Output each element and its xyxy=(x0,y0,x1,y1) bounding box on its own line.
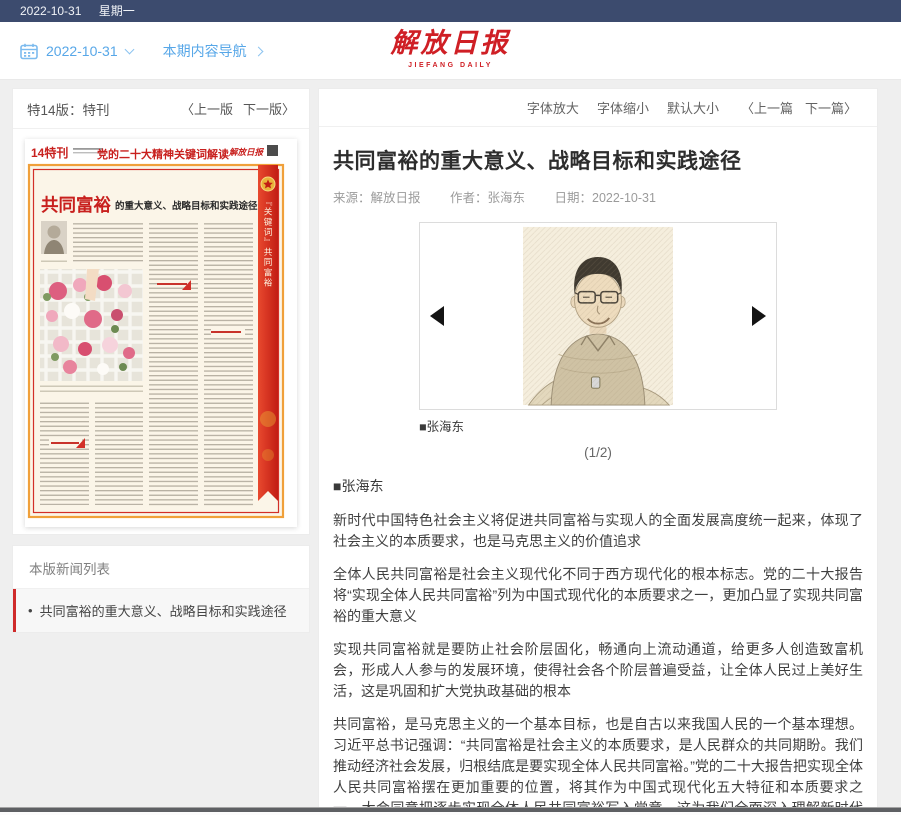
photo-caption: ■张海东 xyxy=(419,416,777,435)
bullet-icon: • xyxy=(28,603,33,618)
article-author-line: ■张海东 xyxy=(333,476,863,496)
logo-english: JIEFANG DAILY xyxy=(391,61,511,71)
issue-nav-label: 本期内容导航 xyxy=(163,41,247,61)
site-header: 2022-10-31 本期内容导航 解放日报 JIEFANG DAILY xyxy=(0,22,901,80)
thumb-ribbon-text: 『关键词』共同富裕 xyxy=(263,197,273,288)
logo-chinese: 解放日报 xyxy=(391,27,511,61)
prev-article-button[interactable]: 〈上一篇 xyxy=(741,98,793,117)
article-paragraph: 共同富裕，是马克思主义的一个基本目标，也是自古以来我国人民的一个基本理想。习近平… xyxy=(333,714,863,810)
carousel-indicator: (1/2) xyxy=(333,445,863,460)
portrait-photo xyxy=(523,226,673,406)
article-meta: 来源：解放日报 作者：张海东 日期：2022-10-31 xyxy=(333,187,863,206)
main-content: 特14版：特刊 〈上一版 下一版〉 xyxy=(0,80,901,815)
font-zoom-out-button[interactable]: 字体缩小 xyxy=(597,98,649,117)
page-pager: 〈上一版 下一版〉 xyxy=(181,99,295,118)
issue-nav-link[interactable]: 本期内容导航 xyxy=(163,41,262,61)
page-panel-header: 特14版：特刊 〈上一版 下一版〉 xyxy=(13,89,309,129)
article-paragraph: 全体人民共同富裕是社会主义现代化不同于西方现代化的根本标志。党的二十大报告将“实… xyxy=(333,564,863,627)
font-zoom-in-button[interactable]: 字体放大 xyxy=(527,98,579,117)
news-item-label: 共同富裕的重大意义、战略目标和实践途径 xyxy=(40,601,287,620)
topbar-date: 2022-10-31 xyxy=(20,4,81,18)
topbar-weekday: 星期一 xyxy=(99,4,135,18)
news-list-item-active[interactable]: • 共同富裕的重大意义、战略目标和实践途径 xyxy=(13,589,309,632)
thumb-page-number: 14特刊 xyxy=(31,145,68,160)
page-panel: 特14版：特刊 〈上一版 下一版〉 xyxy=(12,88,310,535)
next-page-button[interactable]: 下一版〉 xyxy=(243,99,295,118)
image-carousel xyxy=(419,222,777,410)
news-list-panel: 本版新闻列表 • 共同富裕的重大意义、战略目标和实践途径 xyxy=(12,545,310,633)
issue-date-selector[interactable]: 2022-10-31 xyxy=(46,43,118,59)
article-toolbar: 字体放大 字体缩小 默认大小 〈上一篇 下一篇〉 xyxy=(319,89,877,127)
calendar-icon xyxy=(20,43,38,60)
next-article-button[interactable]: 下一篇〉 xyxy=(805,98,857,117)
thumb-headline-red: 共同富裕 xyxy=(41,195,111,215)
top-status-bar: 2022-10-31 星期一 xyxy=(0,0,901,22)
carousel-prev-button[interactable] xyxy=(430,306,444,326)
thumb-top-title: 党的二十大精神关键词解读 xyxy=(97,147,229,161)
article-paragraph: 实现共同富裕就是要防止社会阶层固化，畅通向上流动通道，给更多人创造致富机会，形成… xyxy=(333,639,863,702)
thumb-logo: 解放日报 xyxy=(228,147,265,157)
article-panel: 字体放大 字体缩小 默认大小 〈上一篇 下一篇〉 共同富裕的重大意义、战略目标和… xyxy=(318,88,878,810)
masthead-logo: 解放日报 JIEFANG DAILY xyxy=(391,27,511,71)
article-source: 来源：解放日报 xyxy=(333,191,421,205)
newspaper-page-thumbnail[interactable]: 14特刊 党的二十大精神关键词解读 解放日报 共同富裕 的重大意义、战略目标和实… xyxy=(25,139,297,527)
article-author: 作者：张海东 xyxy=(450,191,525,205)
page-thumbnail-wrap: 14特刊 党的二十大精神关键词解读 解放日报 共同富裕 的重大意义、战略目标和实… xyxy=(13,129,309,527)
issue-controls: 2022-10-31 本期内容导航 xyxy=(20,22,262,80)
prev-page-button[interactable]: 〈上一版 xyxy=(181,99,233,118)
carousel-next-button[interactable] xyxy=(752,306,766,326)
article-body: 共同富裕的重大意义、战略目标和实践途径 来源：解放日报 作者：张海东 日期：20… xyxy=(319,127,877,810)
news-list-title: 本版新闻列表 xyxy=(13,546,309,589)
article-date: 日期：2022-10-31 xyxy=(555,191,656,205)
font-default-button[interactable]: 默认大小 xyxy=(667,98,719,117)
image-carousel-wrap: ■张海东 xyxy=(419,222,777,435)
chevron-right-icon xyxy=(253,46,263,56)
thumb-headline-black: 的重大意义、战略目标和实践途径 xyxy=(115,200,258,212)
article-title: 共同富裕的重大意义、战略目标和实践途径 xyxy=(333,145,863,175)
chevron-down-icon[interactable] xyxy=(124,45,134,55)
page-label: 特14版：特刊 xyxy=(27,99,110,119)
article-paragraph: 新时代中国特色社会主义将促进共同富裕与实现人的全面发展高度统一起来，体现了社会主… xyxy=(333,510,863,552)
